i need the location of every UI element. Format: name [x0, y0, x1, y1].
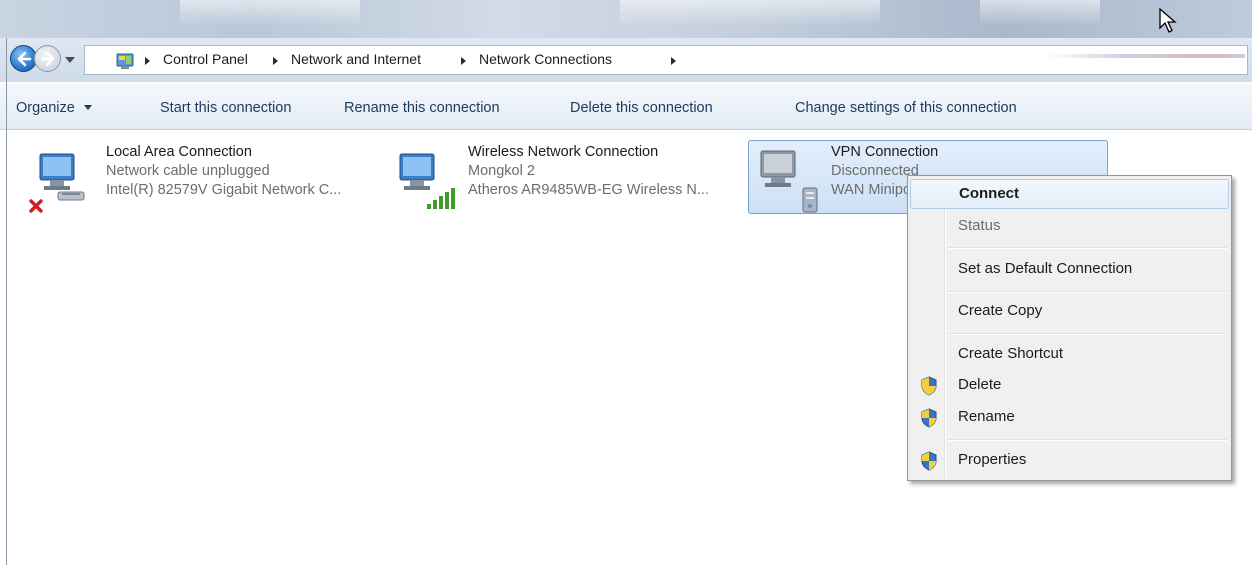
menu-item-rename[interactable]: Rename: [910, 403, 1229, 433]
recent-pages-dropdown-icon[interactable]: [64, 56, 76, 64]
connection-item-local-area[interactable]: Local Area Connection Network cable unpl…: [28, 140, 368, 222]
chevron-down-icon: [83, 105, 92, 110]
menu-separator: [948, 247, 1227, 249]
menu-item-label: Create Copy: [958, 302, 1043, 319]
organize-label: Organize: [16, 100, 75, 116]
connection-status: Network cable unplugged: [106, 163, 270, 179]
breadcrumb-separator-icon: [273, 57, 278, 65]
delete-connection-button[interactable]: Delete this connection: [570, 97, 713, 119]
connection-name: Wireless Network Connection: [468, 144, 659, 160]
uac-shield-icon: [921, 408, 937, 428]
menu-item-label: Status: [958, 217, 1001, 234]
uac-shield-icon: [921, 451, 937, 471]
menu-item-create-copy[interactable]: Create Copy: [910, 297, 1229, 327]
breadcrumb-separator-icon: [145, 57, 150, 65]
menu-item-connect[interactable]: Connect: [910, 179, 1229, 209]
menu-item-label: Connect: [959, 185, 1019, 202]
menu-item-status[interactable]: Status: [910, 212, 1229, 242]
connection-device: Atheros AR9485WB-EG Wireless N...: [468, 182, 709, 198]
menu-item-properties[interactable]: Properties: [910, 446, 1229, 476]
connection-name: VPN Connection: [831, 144, 939, 160]
breadcrumb-network-connections[interactable]: Network Connections: [479, 48, 612, 70]
breadcrumb-separator-icon: [461, 57, 466, 65]
red-x-icon: [29, 199, 43, 213]
connection-device: Intel(R) 82579V Gigabit Network C...: [106, 182, 342, 198]
change-settings-button[interactable]: Change settings of this connection: [795, 97, 1017, 119]
menu-item-label: Create Shortcut: [958, 345, 1064, 362]
forward-button[interactable]: [34, 45, 61, 72]
context-menu: Connect Status Set as Default Connection…: [907, 175, 1232, 481]
menu-item-create-shortcut[interactable]: Create Shortcut: [910, 340, 1229, 370]
menu-item-label: Delete: [958, 376, 1002, 393]
menu-item-delete[interactable]: Delete: [910, 371, 1229, 401]
control-panel-icon: [116, 53, 134, 69]
signal-bars-icon: [427, 188, 455, 209]
mouse-cursor-icon: [1159, 8, 1177, 33]
menu-separator: [948, 333, 1227, 335]
organize-button[interactable]: Organize: [16, 97, 93, 119]
forward-arrow-icon: [40, 51, 55, 67]
window-title-bar: [0, 0, 1252, 38]
menu-item-label: Properties: [958, 451, 1027, 468]
start-connection-button[interactable]: Start this connection: [160, 97, 291, 119]
address-bar[interactable]: [84, 45, 1248, 75]
uac-shield-icon: [921, 376, 937, 396]
menu-separator: [948, 291, 1227, 293]
connection-item-wireless[interactable]: Wireless Network Connection Mongkol 2 At…: [392, 140, 732, 222]
menu-separator: [948, 439, 1227, 441]
connection-status: Mongkol 2: [468, 163, 535, 179]
server-icon: [802, 187, 818, 213]
menu-item-set-default[interactable]: Set as Default Connection: [910, 255, 1229, 285]
menu-item-label: Rename: [958, 408, 1015, 425]
menu-item-label: Set as Default Connection: [958, 260, 1133, 277]
back-button[interactable]: [10, 45, 37, 72]
breadcrumb-network-and-internet[interactable]: Network and Internet: [291, 48, 421, 70]
rename-connection-button[interactable]: Rename this connection: [344, 97, 500, 119]
breadcrumb-control-panel[interactable]: Control Panel: [163, 48, 248, 70]
connection-name: Local Area Connection: [106, 144, 252, 160]
breadcrumb-separator-icon: [671, 57, 676, 65]
back-arrow-icon: [17, 51, 32, 67]
